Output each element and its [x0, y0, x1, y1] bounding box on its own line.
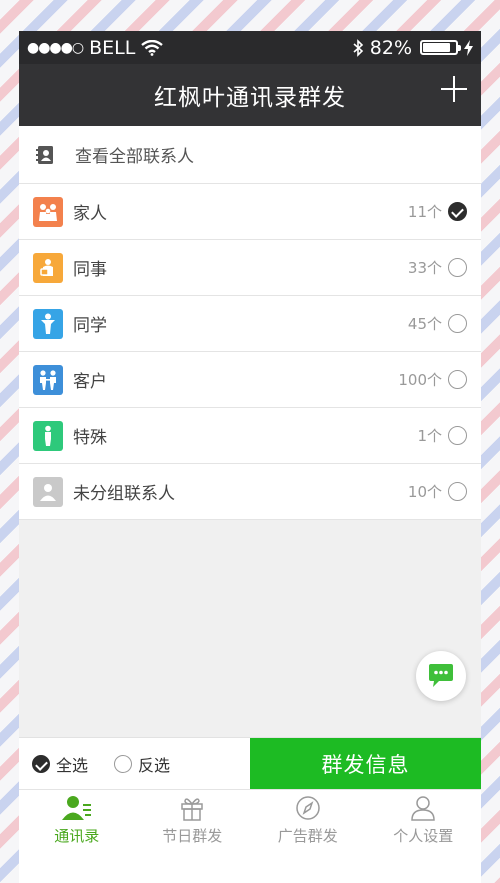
add-button[interactable] — [439, 74, 469, 104]
family-icon — [33, 196, 63, 227]
contacts-icon — [61, 796, 91, 820]
tab-holiday-broadcast[interactable]: 节日群发 — [135, 790, 251, 851]
group-count: 10个 — [407, 483, 442, 501]
tab-contacts[interactable]: 通讯录 — [19, 790, 135, 851]
group-count: 100个 — [398, 371, 442, 389]
invert-selection-option[interactable]: 反选 — [114, 752, 170, 776]
group-row-customer[interactable]: 客户 100个 — [19, 352, 481, 408]
tab-label: 节日群发 — [162, 827, 223, 845]
tab-ad-broadcast[interactable]: 广告群发 — [250, 790, 366, 851]
group-checkbox[interactable] — [448, 258, 467, 277]
user-icon — [411, 796, 436, 821]
select-all-checkbox[interactable] — [32, 754, 50, 773]
invert-selection-label: 反选 — [138, 755, 171, 775]
compass-icon — [296, 796, 320, 820]
group-checkbox[interactable] — [448, 314, 467, 333]
battery-icon — [420, 40, 461, 55]
carrier-name: BELL — [89, 36, 136, 59]
customer-icon — [33, 364, 63, 395]
select-all-label: 全选 — [56, 755, 89, 775]
group-name: 同学 — [73, 316, 107, 336]
group-list: 查看全部联系人 家人 11个 同事 33个 同学 45个 客户 100个 特殊 … — [19, 126, 481, 520]
group-checkbox[interactable] — [448, 482, 467, 501]
chat-icon — [429, 664, 453, 687]
group-count: 1个 — [417, 427, 442, 445]
colleague-icon — [33, 252, 63, 283]
address-book-icon — [36, 145, 53, 164]
navbar: 红枫叶通讯录群发 — [19, 64, 481, 126]
person-icon — [33, 476, 63, 507]
status-bar: ●●●●○ BELL 82% — [19, 31, 481, 64]
charging-icon — [464, 39, 473, 56]
view-all-contacts-row[interactable]: 查看全部联系人 — [19, 126, 481, 184]
group-checkbox[interactable] — [448, 426, 467, 445]
group-count: 11个 — [407, 203, 442, 221]
group-name: 未分组联系人 — [73, 484, 175, 504]
tab-personal-settings[interactable]: 个人设置 — [366, 790, 482, 851]
group-checkbox[interactable] — [448, 370, 467, 389]
tab-bar: 通讯录 节日群发 广告群发 个人设置 — [19, 789, 481, 851]
action-bar: 全选 反选 群发信息 — [19, 737, 481, 790]
group-name: 客户 — [73, 372, 107, 392]
tab-label: 通讯录 — [54, 827, 100, 845]
bluetooth-icon — [353, 38, 363, 57]
group-row-family[interactable]: 家人 11个 — [19, 184, 481, 240]
group-row-ungrouped[interactable]: 未分组联系人 10个 — [19, 464, 481, 520]
classmate-icon — [33, 308, 63, 339]
group-checkbox[interactable] — [448, 202, 467, 221]
view-all-contacts-label: 查看全部联系人 — [75, 147, 194, 167]
message-fab[interactable] — [416, 651, 466, 701]
send-message-button[interactable]: 群发信息 — [250, 738, 481, 790]
group-row-colleague[interactable]: 同事 33个 — [19, 240, 481, 296]
wifi-icon — [141, 39, 164, 56]
group-name: 家人 — [73, 204, 107, 224]
group-row-classmate[interactable]: 同学 45个 — [19, 296, 481, 352]
group-count: 33个 — [407, 259, 442, 277]
signal-strength: ●●●●○ — [27, 39, 84, 56]
group-name: 特殊 — [73, 428, 107, 448]
page-title: 红枫叶通讯录群发 — [154, 85, 346, 111]
invert-selection-checkbox[interactable] — [114, 754, 133, 773]
gift-icon — [181, 798, 203, 821]
select-all-option[interactable]: 全选 — [32, 752, 88, 776]
phone-screen: ●●●●○ BELL 82% 红枫叶通讯录群发 查看全部联系人 家人 11个 同… — [19, 31, 481, 883]
group-name: 同事 — [73, 260, 107, 280]
tab-label: 个人设置 — [393, 827, 454, 845]
bottom-safe-area — [19, 851, 481, 883]
group-row-special[interactable]: 特殊 1个 — [19, 408, 481, 464]
special-icon — [33, 420, 63, 451]
battery-percent: 82% — [369, 36, 412, 59]
group-count: 45个 — [407, 315, 442, 333]
tab-label: 广告群发 — [277, 827, 338, 845]
